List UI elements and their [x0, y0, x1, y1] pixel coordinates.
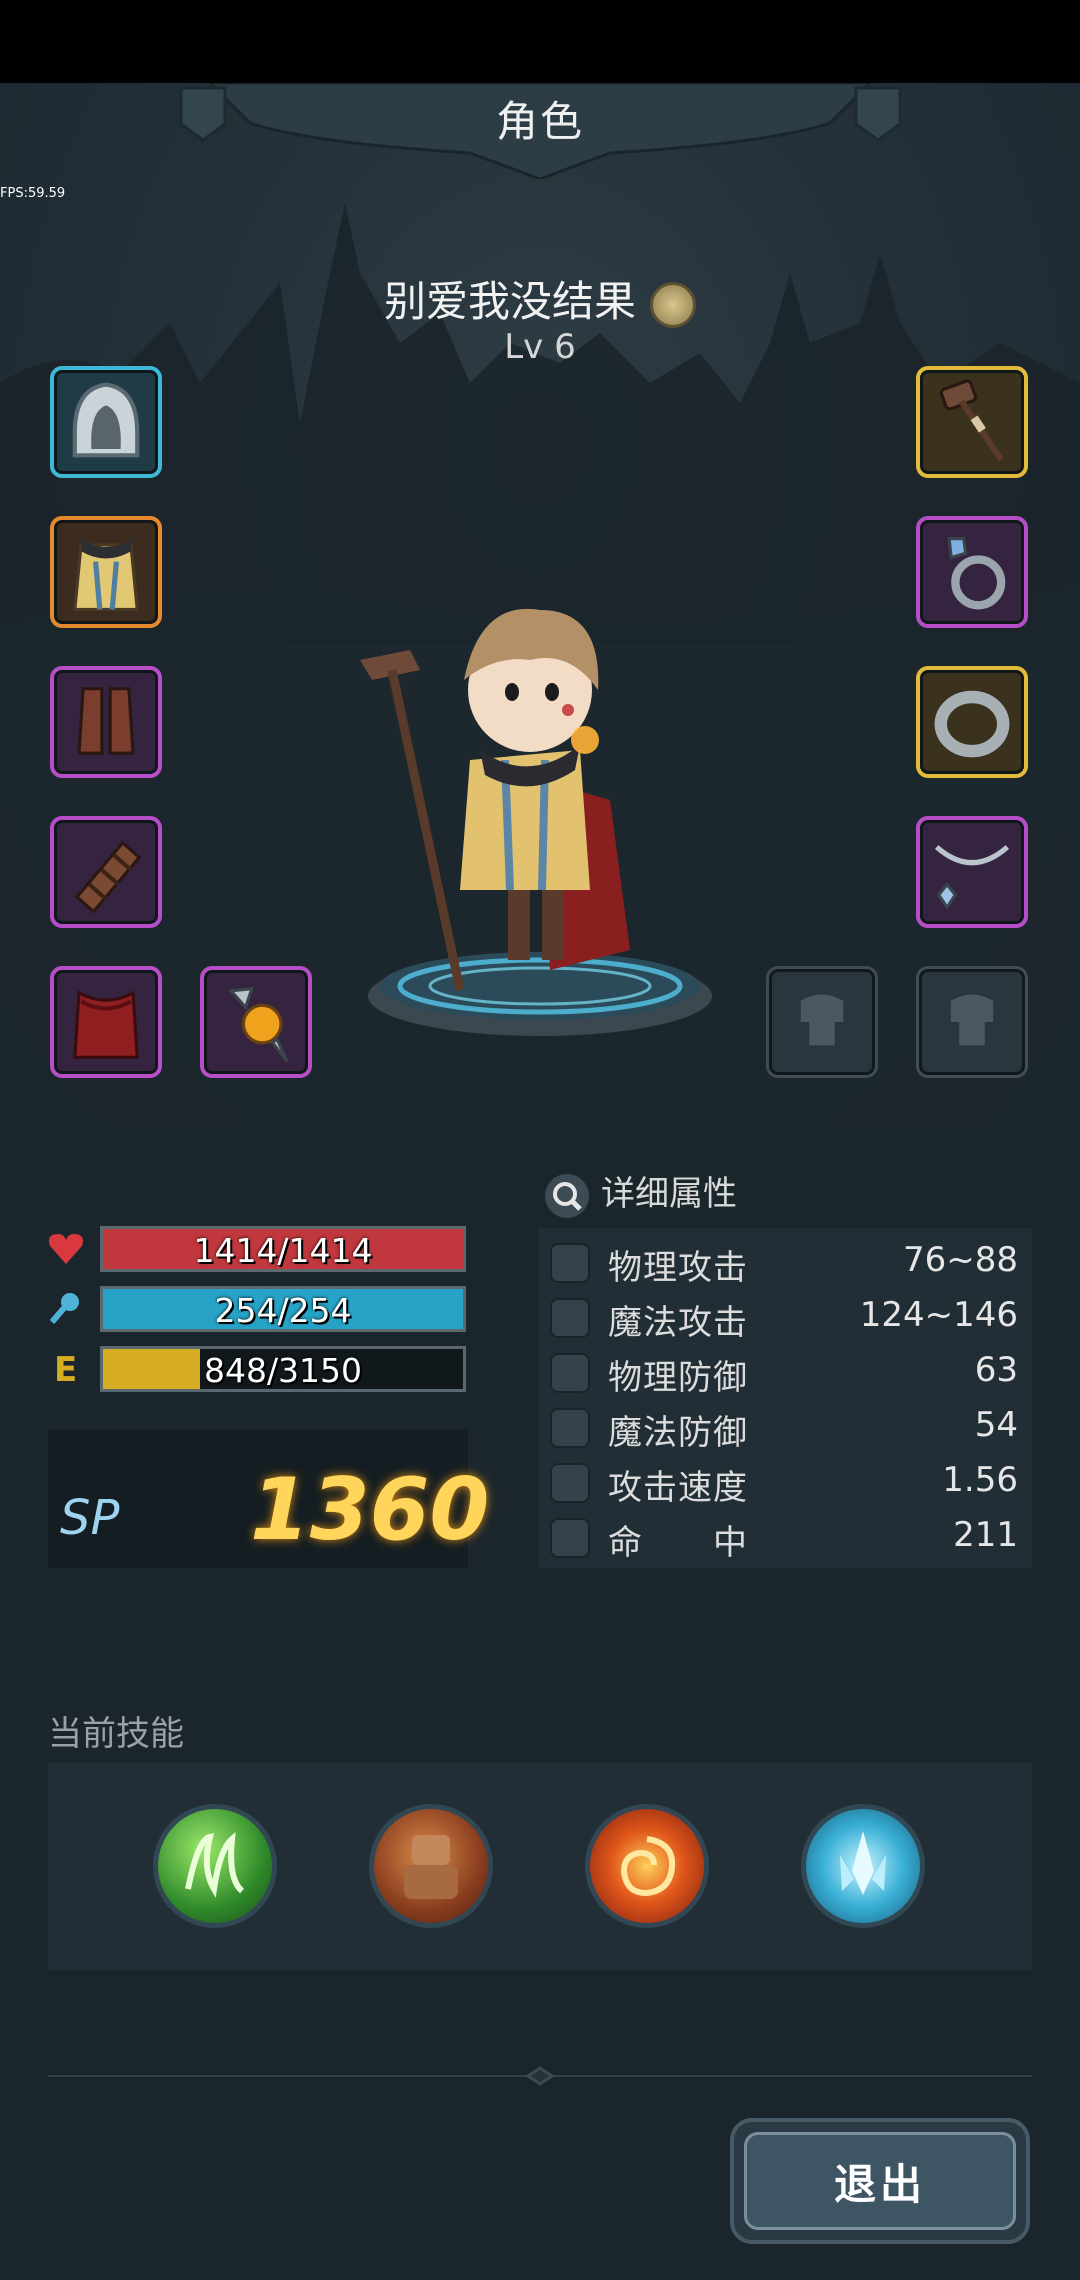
speed-icon [550, 1463, 590, 1503]
fire-vortex-skill-icon[interactable] [585, 1804, 709, 1928]
stat-label: 魔法攻击 [608, 1303, 748, 1343]
detail-attributes-button[interactable]: 详细属性 [545, 1166, 737, 1218]
exit-button[interactable]: 退出 [730, 2118, 1030, 2244]
heart-icon [49, 1234, 83, 1264]
sp-label: SP [60, 1490, 120, 1546]
sword-icon [550, 1243, 590, 1283]
rank-badge-icon[interactable] [650, 281, 696, 328]
locked-slot-icon [800, 994, 844, 1046]
gem-pendant-icon [227, 986, 289, 1063]
equip-slot-tunic[interactable] [50, 516, 162, 628]
stone-golem-skill-icon[interactable] [369, 1804, 493, 1928]
equip-slot-cape[interactable] [50, 966, 162, 1078]
stat-value: 54 [974, 1405, 1018, 1445]
stat-row-magic-attack: 魔法攻击 124~146 [538, 1289, 1032, 1343]
stat-label: 攻击速度 [608, 1468, 748, 1508]
stat-row-attack-speed: 攻击速度 1.56 [538, 1454, 1032, 1508]
equip-slot-pendant[interactable] [200, 966, 312, 1078]
equip-slot-necklace[interactable] [916, 816, 1028, 928]
stat-row-physical-attack: 物理攻击 76~88 [538, 1234, 1032, 1288]
stat-row-accuracy: 命 中 211 [538, 1509, 1032, 1563]
exp-bar-text: 848/3150 [203, 1351, 363, 1390]
status-bar [0, 0, 1080, 83]
divider-ornament-icon [525, 2066, 555, 2086]
tunic-icon [73, 538, 139, 611]
stat-value: 211 [953, 1515, 1018, 1555]
hero-character-sprite [360, 608, 630, 991]
page-title: 角色 [495, 97, 584, 146]
exp-icon: E [54, 1350, 78, 1390]
necklace-icon [934, 845, 1010, 911]
character-name: 别爱我没结果 [0, 268, 1080, 329]
equip-slot-locked-1[interactable] [766, 966, 878, 1078]
ice-crystal-skill-icon[interactable] [801, 1804, 925, 1928]
exit-button-label: 退出 [744, 2132, 1016, 2230]
character-name-text: 别爱我没结果 [383, 277, 636, 326]
stat-value: 63 [974, 1350, 1018, 1390]
magic-shield-icon [550, 1408, 590, 1448]
hp-bar: 1414/1414 [100, 1226, 466, 1272]
equip-slot-ring-2[interactable] [916, 666, 1028, 778]
hp-bar-text: 1414/1414 [193, 1231, 373, 1270]
equip-slot-bracer[interactable] [50, 816, 162, 928]
cape-icon [73, 990, 139, 1059]
detail-attributes-title: 详细属性 [601, 1174, 737, 1214]
target-icon [550, 1518, 590, 1558]
shield-icon [550, 1353, 590, 1393]
sp-value: 1360 [250, 1460, 490, 1560]
stat-value: 124~146 [859, 1295, 1018, 1335]
stat-label: 物理攻击 [608, 1248, 748, 1288]
bracer-icon [74, 840, 142, 914]
gem-ring-icon [947, 537, 1006, 610]
staff-icon [939, 379, 1004, 462]
wind-skill-icon[interactable] [153, 1804, 277, 1928]
current-skills-title: 当前技能 [48, 1714, 184, 1754]
stat-label: 魔法防御 [608, 1413, 748, 1453]
stats-panel: 物理攻击 76~88 魔法攻击 124~146 物理防御 63 魔法防御 54 … [538, 1228, 1032, 1568]
exp-bar: 848/3150 [100, 1346, 466, 1392]
locked-slot-icon [950, 994, 994, 1046]
hood-icon [72, 382, 140, 458]
character-level: Lv 6 [504, 327, 576, 367]
mp-bar: 254/254 [100, 1286, 466, 1332]
equip-slot-locked-2[interactable] [916, 966, 1028, 1078]
stat-value: 1.56 [942, 1460, 1018, 1500]
stat-row-physical-defense: 物理防御 63 [538, 1344, 1032, 1398]
stat-value: 76~88 [902, 1240, 1018, 1280]
band-ring-icon [934, 690, 1010, 758]
boots-icon [77, 687, 135, 755]
stat-label: 命 中 [608, 1523, 748, 1563]
equip-slot-hood[interactable] [50, 366, 162, 478]
equip-slot-weapon[interactable] [916, 366, 1028, 478]
stat-label: 物理防御 [608, 1358, 748, 1398]
stat-row-magic-defense: 魔法防御 54 [538, 1399, 1032, 1453]
equip-slot-boots[interactable] [50, 666, 162, 778]
equip-slot-ring-1[interactable] [916, 516, 1028, 628]
wand-icon [550, 1298, 590, 1338]
magnifier-icon [545, 1173, 589, 1218]
mp-bar-text: 254/254 [214, 1291, 352, 1330]
mana-icon [49, 1293, 79, 1324]
fps-counter: FPS:59.59 [0, 186, 66, 201]
